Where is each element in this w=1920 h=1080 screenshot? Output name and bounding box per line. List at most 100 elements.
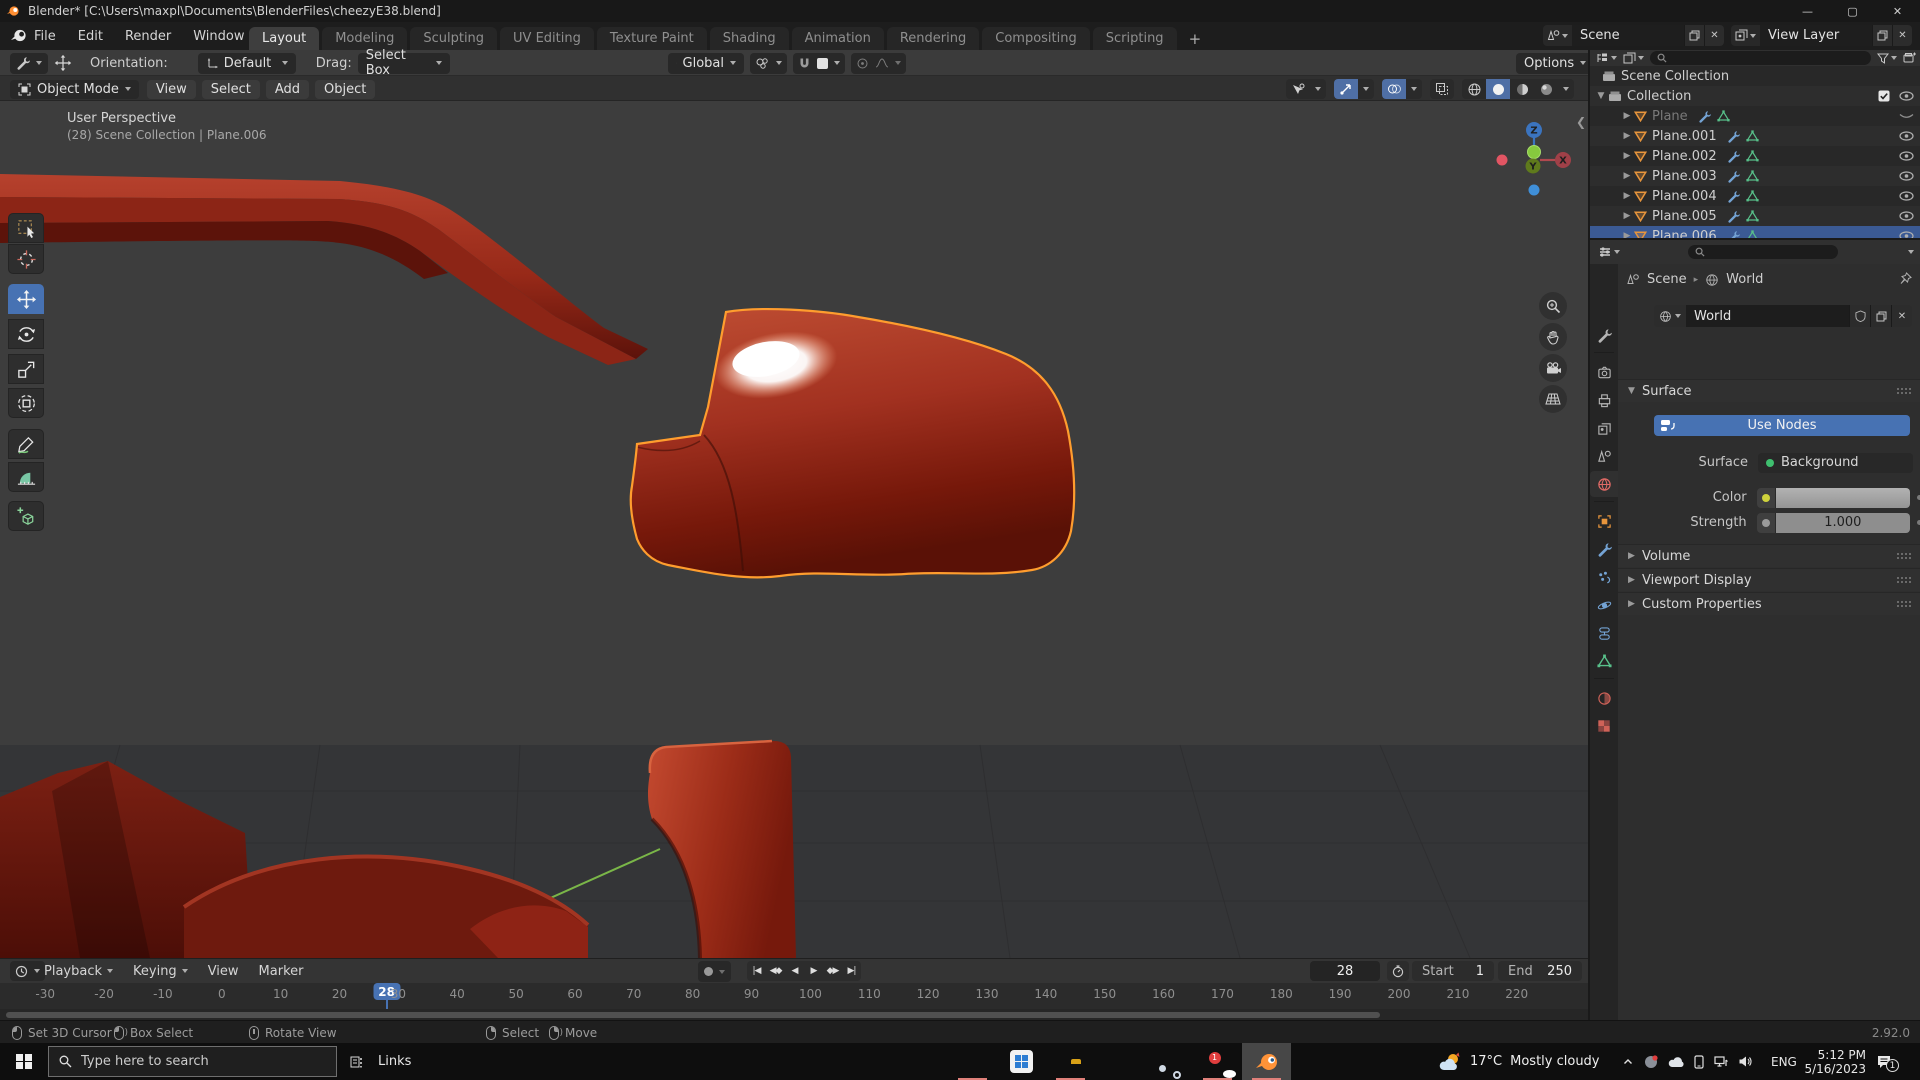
play-reverse-button[interactable]: ◀ [785,961,804,981]
panel-drag-grip[interactable] [1896,387,1912,395]
menu-window[interactable]: Window [193,29,244,44]
outliner-row-plane-001[interactable]: ▶Plane.001 [1590,126,1920,146]
workspace-tab-modeling[interactable]: Modeling [322,27,407,50]
timeline-menu-view[interactable]: View [208,964,239,979]
viewport-menu-view[interactable]: View [147,80,196,99]
drag-dropdown[interactable]: Select Box [358,53,450,74]
workspace-tab-animation[interactable]: Animation [792,27,884,50]
outliner-row-plane-004[interactable]: ▶Plane.004 [1590,186,1920,206]
viewport-menu-object[interactable]: Object [315,80,375,99]
tool-transform-button[interactable] [8,388,44,418]
eye-icon[interactable] [1899,231,1914,238]
new-view-layer-button[interactable] [1872,25,1892,46]
properties-tab-constraints[interactable] [1590,620,1618,646]
outliner-row-plane-003[interactable]: ▶Plane.003 [1590,166,1920,186]
mode-dropdown[interactable]: Object Mode [10,80,139,99]
outliner-filter-dropdown[interactable] [1877,53,1897,64]
panel-header-volume[interactable]: ▶Volume [1618,544,1920,567]
play-button[interactable]: ▶ [804,961,823,981]
taskbar-app-firefox[interactable] [948,1043,997,1080]
breadcrumb-world[interactable]: World [1726,272,1763,287]
prev-keyframe-button[interactable]: ◀◆ [766,961,785,981]
xray-toggle[interactable] [1430,79,1454,99]
toggle-ortho-button[interactable] [1539,385,1567,413]
jump-start-button[interactable]: |◀ [747,961,766,981]
magnet-icon[interactable] [798,57,811,70]
strength-input-group[interactable]: 1.000 [1757,513,1910,533]
shading-wireframe-button[interactable] [1462,79,1486,99]
current-frame-field[interactable]: 28 [1310,961,1380,981]
workspace-tab-shading[interactable]: Shading [710,27,789,50]
frame-end-field[interactable]: End250 [1498,961,1582,981]
workspace-tab-compositing[interactable]: Compositing [982,27,1090,50]
timeline-menu-marker[interactable]: Marker [259,964,304,979]
tray-onedrive-icon[interactable] [1668,1056,1684,1068]
visibility-dropdown[interactable] [1286,79,1326,99]
outliner-display-mode-dropdown[interactable] [1623,52,1644,64]
tool-move-button[interactable] [8,284,44,314]
tool-cursor-button[interactable] [8,244,44,274]
shading-solid-button[interactable] [1486,79,1510,99]
weather-widget[interactable]: 17°C Mostly cloudy [1438,1043,1600,1080]
snap-toggle-dropdown[interactable] [793,53,845,74]
new-collection-button[interactable] [1903,52,1916,64]
active-tool-dropdown[interactable] [10,53,48,74]
tray-network-icon[interactable] [1714,1055,1728,1068]
color-swatch[interactable] [1776,488,1910,508]
minimize-button[interactable]: — [1785,0,1830,22]
taskbar-app-explorer[interactable] [1046,1043,1095,1080]
fake-user-shield-button[interactable] [1849,305,1870,327]
properties-tab-particles[interactable] [1590,564,1618,590]
snap-pivot-dropdown[interactable] [750,53,787,74]
panel-drag-grip[interactable] [1896,600,1912,608]
color-input-group[interactable] [1757,488,1910,508]
breadcrumb-scene[interactable]: Scene [1647,272,1687,287]
links-toolbar[interactable]: Links [349,1043,411,1080]
add-workspace-button[interactable]: + [1180,27,1211,50]
preview-range-toggle[interactable] [1387,961,1409,981]
eye-icon[interactable] [1899,211,1914,221]
workspace-tab-sculpting[interactable]: Sculpting [410,27,497,50]
object-red-strip[interactable] [0,174,648,365]
shading-material-button[interactable] [1510,79,1534,99]
properties-tab-physics[interactable] [1590,592,1618,618]
show-gizmo-toggle[interactable] [1334,79,1358,99]
delete-scene-button[interactable]: ✕ [1704,25,1724,46]
properties-tab-output[interactable] [1590,387,1618,413]
menu-edit[interactable]: Edit [78,29,103,44]
tray-discord-icon[interactable] [1644,1055,1658,1069]
blender-logo-icon[interactable] [10,28,27,43]
outliner-search[interactable] [1650,51,1871,65]
gizmo-neg-x-axis[interactable] [1497,155,1508,166]
object-plane006-selected[interactable] [631,309,1074,577]
pan-button[interactable] [1539,323,1567,351]
gizmo-neg-z-axis[interactable] [1529,185,1540,196]
orientation-dropdown[interactable]: Default [198,53,296,74]
taskbar-clock[interactable]: 5:12 PM 5/16/2023 [1800,1043,1866,1080]
jump-end-button[interactable]: ▶| [842,961,861,981]
notification-center-button[interactable]: 1 [1876,1043,1893,1080]
panel-drag-grip[interactable] [1896,552,1912,560]
tool-annotate-button[interactable] [8,429,44,459]
properties-tab-view-layer[interactable] [1590,415,1618,441]
surface-type-dropdown[interactable]: Background [1758,453,1913,473]
properties-search[interactable] [1688,245,1838,259]
panel-header-custom-properties[interactable]: ▶Custom Properties [1618,592,1920,615]
viewport-menu-add[interactable]: Add [266,80,309,99]
properties-tab-world[interactable] [1590,471,1618,497]
tool-rotate-button[interactable] [8,319,44,349]
options-dropdown[interactable]: Options [1516,53,1594,74]
eye-closed-icon[interactable] [1899,111,1914,121]
delete-view-layer-button[interactable]: ✕ [1892,25,1912,46]
scrollbar-thumb[interactable] [6,1012,1380,1018]
outliner-row-plane-006[interactable]: ▶Plane.006 [1590,226,1920,238]
strength-socket-icon[interactable] [1757,513,1776,533]
timeline-editor[interactable]: PlaybackKeyingViewMarker |◀◀◆◀▶◆▶▶| 28 S… [0,958,1588,1020]
timeline-menu-playback[interactable]: Playback [44,964,113,979]
view-layer-name-field[interactable]: View Layer [1760,25,1872,46]
menu-render[interactable]: Render [125,29,171,44]
search-input[interactable] [81,1054,301,1069]
outliner-row-plane-002[interactable]: ▶Plane.002 [1590,146,1920,166]
expand-arrow-icon[interactable]: ▶ [1620,191,1634,201]
scene-name-field[interactable]: Scene [1572,25,1684,46]
